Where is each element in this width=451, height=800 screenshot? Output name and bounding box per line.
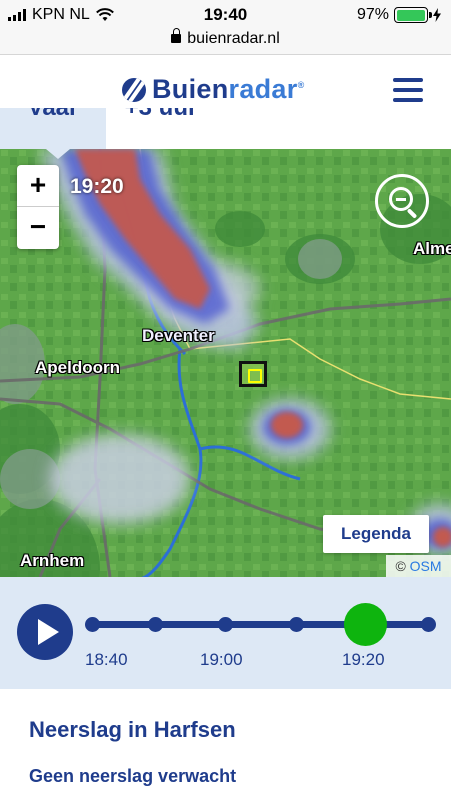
radar-timestamp: 19:20 (70, 175, 124, 198)
status-right: 97% (357, 6, 441, 24)
city-deventer: Deventer (142, 326, 215, 345)
city-arnhem: Arnhem (20, 551, 85, 570)
timeline-step-dot[interactable] (85, 617, 100, 632)
location-heading: Neerslag in Harfsen (29, 717, 236, 742)
tab-now-label: Vaar (0, 108, 106, 122)
battery-icon (394, 7, 432, 23)
buienradar-logo-icon (122, 77, 146, 102)
tab-now[interactable]: Vaar (0, 108, 106, 149)
radar-map[interactable]: + − 19:20 Almel Deventer Apeldoorn Arnhe… (0, 149, 451, 577)
active-tab-pointer (46, 149, 70, 159)
play-icon[interactable] (17, 604, 73, 660)
timeline-label: 19:20 (342, 650, 385, 669)
osm-link[interactable]: OSM (410, 558, 442, 574)
zoom-in-button[interactable]: + (17, 165, 59, 207)
timeline-step-dot[interactable] (218, 617, 233, 632)
status-bar: KPN NL 19:40 97% (0, 0, 451, 30)
battery-percent: 97% (356, 6, 389, 23)
brand-name: Buienradar® (152, 74, 305, 105)
zoom-control: + − (17, 165, 59, 249)
tab-plus-3-label: +3 uur (106, 108, 216, 122)
zoom-out-button[interactable]: − (17, 207, 59, 249)
timeline-step-dot[interactable] (421, 617, 436, 632)
forecast-tabs: Vaar +3 uur (0, 108, 451, 149)
timeline-label: 19:00 (200, 650, 243, 669)
url-text: buienradar.nl (187, 30, 280, 47)
registered-mark: ® (297, 80, 305, 90)
map-attribution[interactable]: © OSM (386, 555, 451, 577)
brand-accent: radar (228, 74, 298, 104)
forecast-text: Geen neerslag verwacht (29, 766, 237, 786)
timeline-step-dot[interactable] (289, 617, 304, 632)
timeline-panel: 18:40 19:00 19:20 (0, 577, 451, 689)
timeline-thumb[interactable] (344, 603, 387, 646)
city-almelo: Almel (413, 239, 451, 258)
brand-main: Buien (152, 74, 229, 104)
brand-logo[interactable]: Buienradar® (122, 74, 305, 105)
timeline-label: 18:40 (85, 650, 128, 669)
forecast-section: Neerslag in Harfsen Geen neerslag verwac… (0, 689, 451, 800)
tab-plus-3-hours[interactable]: +3 uur (106, 108, 216, 149)
hamburger-icon[interactable] (393, 78, 423, 102)
timeline-step-dot[interactable] (148, 617, 163, 632)
location-marker-icon (239, 361, 267, 387)
url-bar[interactable]: buienradar.nl (0, 28, 451, 55)
city-apeldoorn: Apeldoorn (35, 358, 120, 377)
lock-icon (171, 28, 182, 43)
copyright-symbol: © (395, 558, 406, 574)
zoom-out-map-icon[interactable] (375, 174, 429, 228)
charging-icon (433, 8, 441, 22)
legend-button[interactable]: Legenda (323, 515, 429, 553)
